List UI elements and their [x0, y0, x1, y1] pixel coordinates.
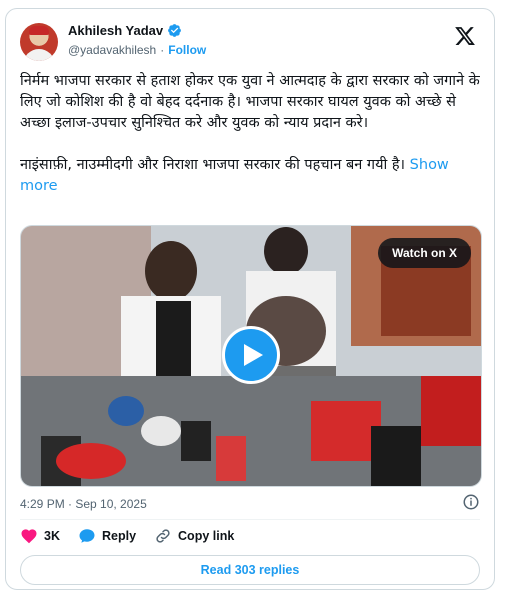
- reply-bubble-icon: [79, 529, 95, 543]
- info-icon[interactable]: [462, 493, 480, 511]
- handle-row: @yadavakhilesh · Follow: [68, 43, 206, 57]
- x-logo-icon[interactable]: [454, 25, 476, 47]
- tweet-timestamp[interactable]: 4:29 PM · Sep 10, 2025: [20, 497, 147, 511]
- author-name-row: Akhilesh Yadav: [68, 23, 182, 38]
- copy-link-label: Copy link: [178, 529, 235, 543]
- follow-button[interactable]: Follow: [168, 43, 206, 57]
- author-handle[interactable]: @yadavakhilesh: [68, 43, 156, 57]
- play-button[interactable]: [222, 326, 280, 384]
- copy-link-button[interactable]: Copy link: [154, 527, 234, 545]
- video-thumbnail[interactable]: Watch on X: [20, 225, 482, 487]
- play-icon: [244, 344, 263, 366]
- heart-icon: [21, 529, 37, 544]
- like-button[interactable]: 3K: [20, 527, 60, 545]
- action-bar: 3K Reply Copy link: [20, 527, 234, 545]
- reply-button[interactable]: Reply: [78, 527, 136, 545]
- watch-on-x-button[interactable]: Watch on X: [378, 238, 471, 268]
- author-name[interactable]: Akhilesh Yadav: [68, 23, 163, 38]
- verified-badge-icon: [168, 24, 182, 37]
- tweet-card: Akhilesh Yadav @yadavakhilesh · Follow न…: [5, 8, 495, 590]
- separator-dot: ·: [160, 43, 165, 57]
- read-replies-button[interactable]: Read 303 replies: [20, 555, 480, 585]
- divider: [20, 519, 480, 520]
- like-count: 3K: [44, 529, 60, 543]
- tweet-header: Akhilesh Yadav @yadavakhilesh · Follow: [20, 21, 480, 65]
- link-icon: [156, 529, 170, 543]
- tweet-text: निर्मम भाजपा सरकार से हताश होकर एक युवा …: [20, 71, 482, 197]
- avatar[interactable]: [20, 23, 58, 61]
- reply-label: Reply: [101, 529, 137, 543]
